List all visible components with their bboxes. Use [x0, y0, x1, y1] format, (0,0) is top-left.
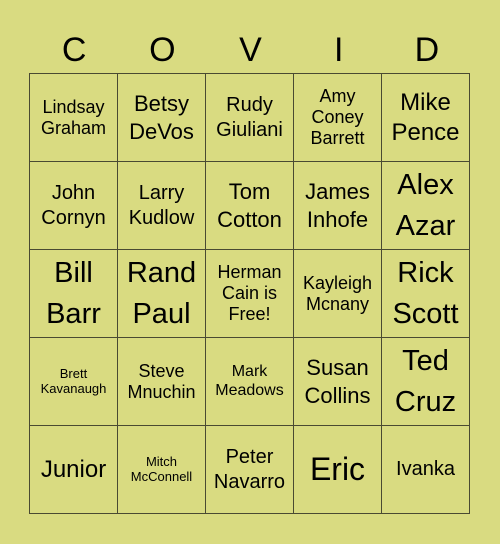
bingo-cell[interactable]: Mitch McConnell	[118, 426, 206, 514]
bingo-cell[interactable]: Rudy Giuliani	[206, 74, 294, 162]
bingo-cell[interactable]: Ted Cruz	[382, 338, 470, 426]
bingo-cell[interactable]: Alex Azar	[382, 162, 470, 250]
bingo-cell[interactable]: Junior	[30, 426, 118, 514]
bingo-cell[interactable]: Rand Paul	[118, 250, 206, 338]
bingo-cell[interactable]: Tom Cotton	[206, 162, 294, 250]
bingo-header: C O V I D	[30, 28, 471, 72]
header-letter-i: I	[333, 31, 344, 69]
bingo-cell[interactable]: Eric	[294, 426, 382, 514]
bingo-cell[interactable]: Betsy DeVos	[118, 74, 206, 162]
bingo-cell[interactable]: Lindsay Graham	[30, 74, 118, 162]
bingo-cell[interactable]: Susan Collins	[294, 338, 382, 426]
bingo-grid: Lindsay Graham Betsy DeVos Rudy Giuliani…	[29, 73, 470, 514]
bingo-cell[interactable]: Rick Scott	[382, 250, 470, 338]
bingo-cell[interactable]: Amy Coney Barrett	[294, 74, 382, 162]
header-letter-o: O	[149, 31, 176, 69]
bingo-cell[interactable]: Mike Pence	[382, 74, 470, 162]
bingo-cell[interactable]: Brett Kavanaugh	[30, 338, 118, 426]
bingo-cell[interactable]: James Inhofe	[294, 162, 382, 250]
header-letter-d: D	[414, 31, 440, 69]
header-letter-v: V	[239, 31, 262, 69]
bingo-cell[interactable]: Mark Meadows	[206, 338, 294, 426]
bingo-cell[interactable]: Ivanka	[382, 426, 470, 514]
bingo-cell[interactable]: John Cornyn	[30, 162, 118, 250]
bingo-cell[interactable]: Larry Kudlow	[118, 162, 206, 250]
bingo-cell[interactable]: Bill Barr	[30, 250, 118, 338]
bingo-cell[interactable]: Steve Mnuchin	[118, 338, 206, 426]
header-letter-c: C	[61, 31, 87, 69]
bingo-cell[interactable]: Kayleigh Mcnany	[294, 250, 382, 338]
bingo-cell-free[interactable]: Herman Cain is Free!	[206, 250, 294, 338]
bingo-cell[interactable]: Peter Navarro	[206, 426, 294, 514]
